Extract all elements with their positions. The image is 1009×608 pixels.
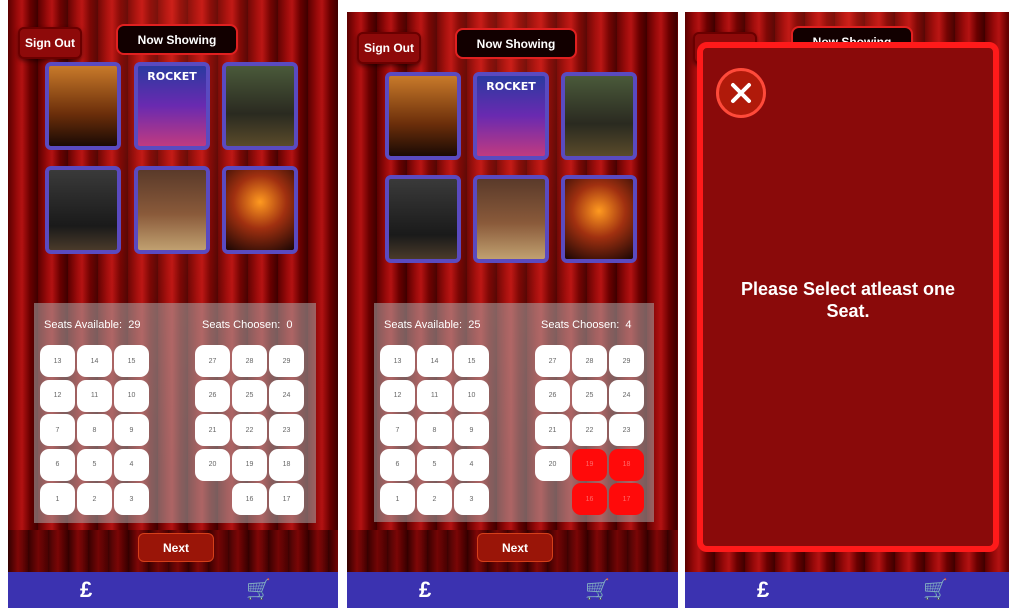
movie-poster[interactable] — [222, 62, 298, 150]
seat[interactable]: 5 — [77, 448, 112, 481]
seat[interactable]: 15 — [454, 345, 489, 377]
seat[interactable]: 6 — [380, 448, 415, 481]
movie-poster[interactable] — [134, 166, 210, 254]
sign-out-button[interactable]: Sign Out — [18, 27, 82, 59]
screen-alert: Now Showing Please Select atleast one Se… — [685, 12, 1009, 608]
seats-available-label: Seats Available: 25 — [384, 319, 481, 331]
alert-dialog: Please Select atleast one Seat. — [697, 42, 999, 552]
seat[interactable]: 14 — [417, 345, 452, 377]
movie-poster[interactable] — [385, 175, 461, 263]
seat[interactable]: 17 — [609, 483, 644, 515]
seat[interactable]: 26 — [535, 379, 570, 412]
cart-icon[interactable]: 🛒 — [585, 578, 610, 602]
alert-message: Please Select atleast one Seat. — [740, 279, 956, 321]
seat[interactable]: 10 — [114, 379, 149, 412]
seats-chosen-label: Seats Choosen: 0 — [202, 319, 293, 331]
seat[interactable]: 9 — [454, 414, 489, 446]
seat[interactable]: 21 — [195, 414, 230, 446]
screen-seat-selection-2: Sign Out Now Showing ROCKET Seats Availa… — [347, 12, 678, 608]
seat[interactable]: 16 — [572, 483, 607, 515]
seat[interactable]: 20 — [535, 448, 570, 481]
seat[interactable]: 5 — [417, 448, 452, 481]
seat[interactable]: 2 — [417, 483, 452, 515]
seat[interactable]: 7 — [380, 414, 415, 446]
movie-poster[interactable]: ROCKET — [473, 72, 549, 160]
cart-icon[interactable]: 🛒 — [923, 578, 948, 602]
seat[interactable]: 12 — [40, 379, 75, 412]
seats-chosen-label: Seats Choosen: 4 — [541, 319, 632, 331]
movie-poster[interactable]: ROCKET — [134, 62, 210, 150]
seat[interactable]: 18 — [269, 448, 304, 481]
seat[interactable]: 29 — [269, 345, 304, 377]
movie-poster[interactable] — [385, 72, 461, 160]
seat[interactable]: 6 — [40, 448, 75, 481]
bottom-nav: £ 🛒 — [685, 572, 1009, 608]
seat[interactable]: 20 — [195, 448, 230, 481]
seat[interactable]: 28 — [232, 345, 267, 377]
seat[interactable]: 19 — [572, 448, 607, 481]
seat[interactable]: 13 — [380, 345, 415, 377]
seat[interactable]: 1 — [380, 483, 415, 515]
seat[interactable]: 3 — [454, 483, 489, 515]
seat[interactable]: 26 — [195, 379, 230, 412]
ticket-icon[interactable]: £ — [757, 578, 769, 602]
seat[interactable]: 19 — [232, 448, 267, 481]
seat[interactable]: 10 — [454, 379, 489, 412]
seat[interactable]: 12 — [380, 379, 415, 412]
movie-poster[interactable] — [473, 175, 549, 263]
seat[interactable]: 8 — [417, 414, 452, 446]
seat[interactable]: 2 — [77, 483, 112, 515]
now-showing-tab[interactable]: Now Showing — [116, 24, 238, 55]
screen-seat-selection-1: Sign Out Now Showing ROCKET Seats Availa… — [8, 0, 338, 608]
sign-out-button[interactable]: Sign Out — [357, 32, 421, 64]
seat[interactable]: 22 — [572, 414, 607, 446]
seat[interactable]: 4 — [114, 448, 149, 481]
seat[interactable]: 14 — [77, 345, 112, 377]
movie-poster[interactable] — [45, 166, 121, 254]
movie-poster[interactable] — [561, 72, 637, 160]
next-button[interactable]: Next — [477, 533, 553, 562]
seat[interactable]: 23 — [609, 414, 644, 446]
movie-poster[interactable] — [45, 62, 121, 150]
seat[interactable]: 23 — [269, 414, 304, 446]
seat[interactable]: 21 — [535, 414, 570, 446]
close-button[interactable] — [716, 68, 766, 118]
movie-poster[interactable] — [561, 175, 637, 263]
seat[interactable]: 27 — [195, 345, 230, 377]
seat[interactable]: 25 — [232, 379, 267, 412]
bottom-nav: £ 🛒 — [8, 572, 338, 608]
seat-map: Seats Available: 25 Seats Choosen: 4 13 1… — [374, 303, 654, 522]
movie-poster[interactable] — [222, 166, 298, 254]
seat[interactable]: 24 — [609, 379, 644, 412]
seat[interactable]: 4 — [454, 448, 489, 481]
seat[interactable]: 28 — [572, 345, 607, 377]
seat[interactable]: 24 — [269, 379, 304, 412]
ticket-icon[interactable]: £ — [80, 578, 92, 602]
seat[interactable]: 8 — [77, 414, 112, 446]
seat[interactable]: 13 — [40, 345, 75, 377]
now-showing-tab[interactable]: Now Showing — [455, 28, 577, 59]
close-icon — [731, 83, 751, 103]
seat[interactable]: 27 — [535, 345, 570, 377]
seat[interactable]: 15 — [114, 345, 149, 377]
seat[interactable]: 7 — [40, 414, 75, 446]
ticket-icon[interactable]: £ — [419, 578, 431, 602]
next-button[interactable]: Next — [138, 533, 214, 562]
seats-available-label: Seats Available: 29 — [44, 319, 141, 331]
seat[interactable]: 18 — [609, 448, 644, 481]
seat[interactable]: 22 — [232, 414, 267, 446]
seat[interactable]: 1 — [40, 483, 75, 515]
cart-icon[interactable]: 🛒 — [246, 578, 271, 602]
seat[interactable]: 29 — [609, 345, 644, 377]
bottom-nav: £ 🛒 — [347, 572, 678, 608]
seat[interactable]: 11 — [417, 379, 452, 412]
seat-map: Seats Available: 29 Seats Choosen: 0 13 1… — [34, 303, 316, 523]
seat[interactable]: 11 — [77, 379, 112, 412]
seat[interactable]: 25 — [572, 379, 607, 412]
seat[interactable]: 3 — [114, 483, 149, 515]
seat[interactable]: 17 — [269, 483, 304, 515]
seat[interactable]: 9 — [114, 414, 149, 446]
seat[interactable]: 16 — [232, 483, 267, 515]
